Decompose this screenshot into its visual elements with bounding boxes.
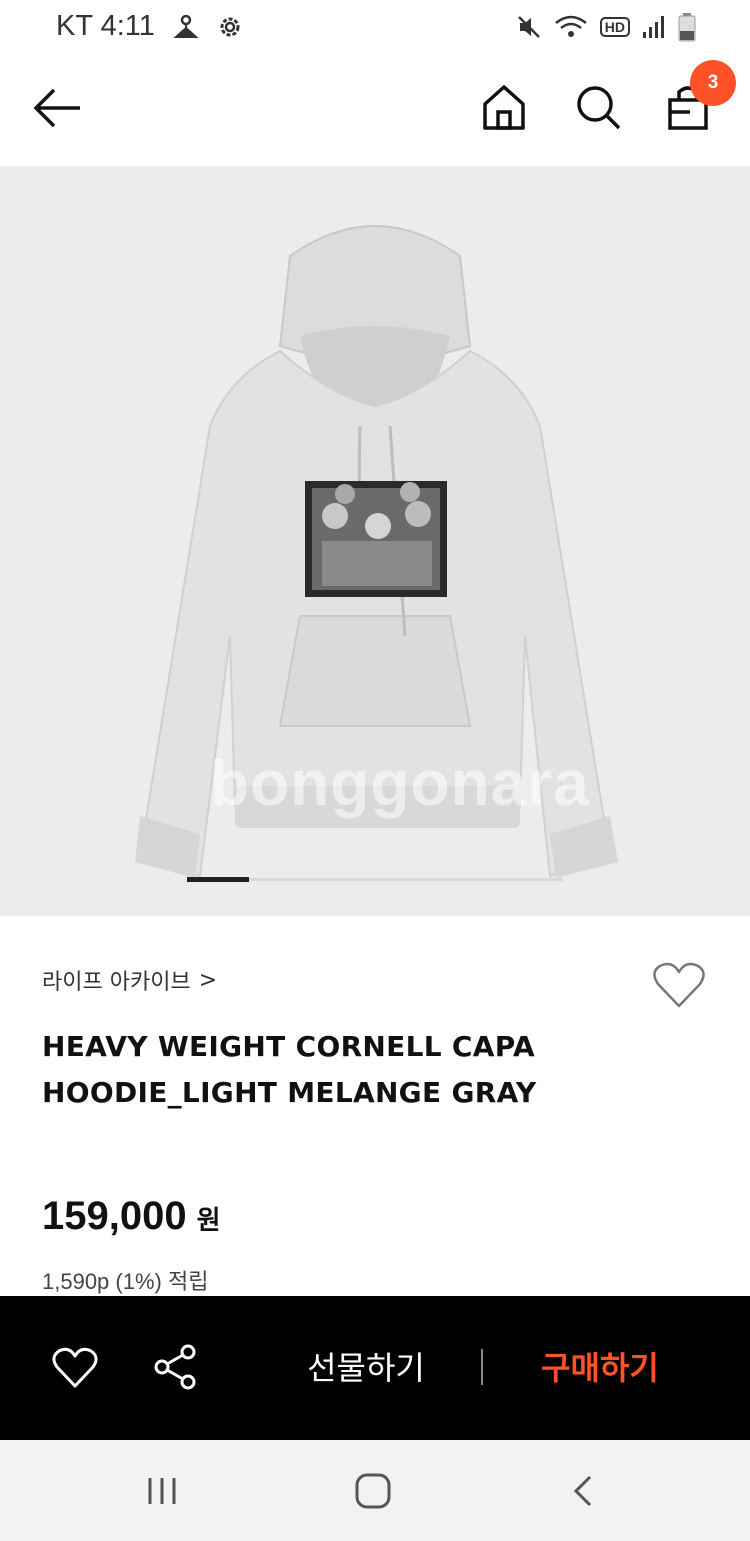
- share-icon[interactable]: [152, 1344, 198, 1390]
- price-row: 159,000 원: [42, 1194, 221, 1239]
- heart-icon[interactable]: [652, 960, 706, 1010]
- arrow-left-icon[interactable]: [30, 84, 86, 132]
- status-bar: KT 4:11 HD: [0, 0, 750, 54]
- signal-icon: [643, 16, 664, 38]
- system-home-icon[interactable]: [354, 1472, 392, 1510]
- watermark-text: bonggonara: [210, 747, 590, 819]
- carrier-time: KT 4:11: [56, 10, 155, 42]
- search-icon[interactable]: [574, 82, 622, 132]
- recent-apps-icon[interactable]: [144, 1476, 180, 1506]
- product-price: 159,000: [42, 1194, 187, 1238]
- divider: [481, 1349, 483, 1385]
- wifi-icon: [554, 15, 587, 37]
- gift-button[interactable]: 선물하기: [286, 1346, 446, 1390]
- product-name: HEAVY WEIGHT CORNELL CAPA HOODIE_LIGHT M…: [42, 1030, 537, 1109]
- buy-button[interactable]: 구매하기: [520, 1346, 680, 1390]
- system-nav-bar: [0, 1440, 750, 1541]
- brand-name: 라이프 아카이브: [42, 970, 191, 995]
- mute-icon: [517, 16, 540, 38]
- battery-icon: [678, 13, 696, 42]
- status-left: KT 4:11: [56, 10, 243, 43]
- hanger-icon: [173, 14, 199, 38]
- image-indicator-active: [187, 877, 249, 882]
- hd-icon: HD: [599, 17, 630, 37]
- system-back-icon[interactable]: [568, 1474, 598, 1508]
- chevron-right-icon: >: [198, 967, 218, 993]
- home-icon[interactable]: [480, 82, 528, 132]
- status-right: HD: [516, 12, 696, 42]
- heart-icon[interactable]: [52, 1346, 98, 1390]
- brand-link[interactable]: 라이프 아카이브 >: [42, 964, 217, 996]
- app-header: [0, 54, 750, 166]
- bottom-action-bar: 선물하기 구매하기: [0, 1296, 750, 1440]
- cart-count-badge: 3: [690, 60, 736, 106]
- product-image-carousel[interactable]: bonggonara: [0, 166, 750, 916]
- gear-icon: [220, 17, 240, 36]
- price-currency: 원: [196, 1206, 221, 1236]
- reward-points: 1,590p (1%) 적립: [42, 1269, 209, 1294]
